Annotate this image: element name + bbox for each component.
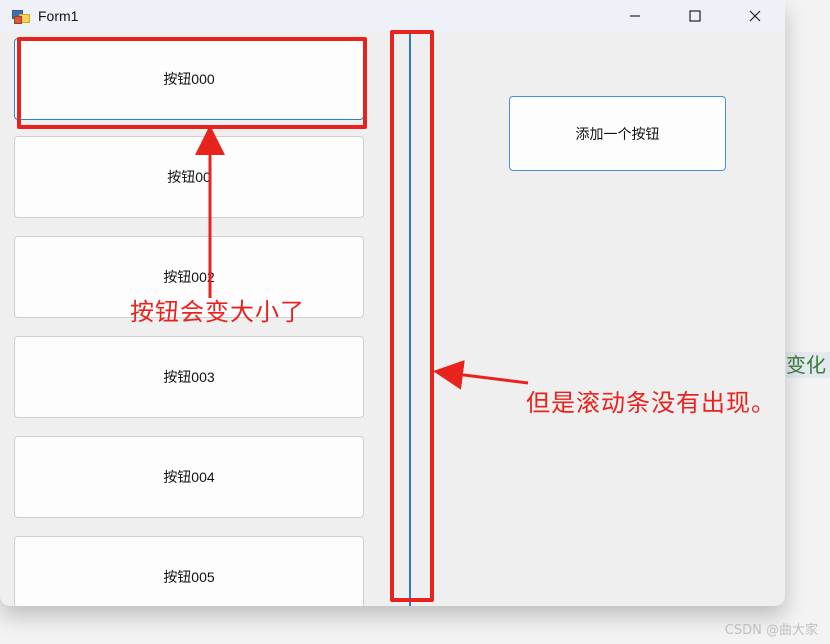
add-button[interactable]: 添加一个按钮	[509, 96, 726, 171]
maximize-button[interactable]	[665, 0, 725, 32]
window-title: Form1	[38, 8, 79, 24]
annotation-box-first-button	[17, 37, 367, 129]
annotation-resize-note: 按钮会变大小了	[130, 298, 305, 326]
app-icon	[12, 8, 30, 24]
minimize-icon	[630, 15, 640, 17]
minimize-button[interactable]	[605, 0, 665, 32]
list-button-004[interactable]: 按钮004	[14, 436, 364, 518]
annotation-box-splitter	[390, 30, 434, 602]
list-button-001[interactable]: 按钮00	[14, 136, 364, 218]
screenshot-stage: 变化 Form1 按钮000 按钮00 按钮002 按钮003 按钮004 按钮…	[0, 0, 830, 644]
annotation-scrollbar-note: 但是滚动条没有出现。	[526, 389, 776, 417]
close-button[interactable]	[725, 0, 785, 32]
title-bar[interactable]: Form1	[0, 0, 785, 32]
background-text-fragment: 变化	[786, 352, 830, 378]
window-controls	[605, 0, 785, 32]
list-button-003[interactable]: 按钮003	[14, 336, 364, 418]
close-icon	[749, 10, 761, 22]
watermark: CSDN @曲大家	[724, 623, 818, 638]
list-button-005[interactable]: 按钮005	[14, 536, 364, 606]
maximize-icon	[689, 10, 701, 22]
